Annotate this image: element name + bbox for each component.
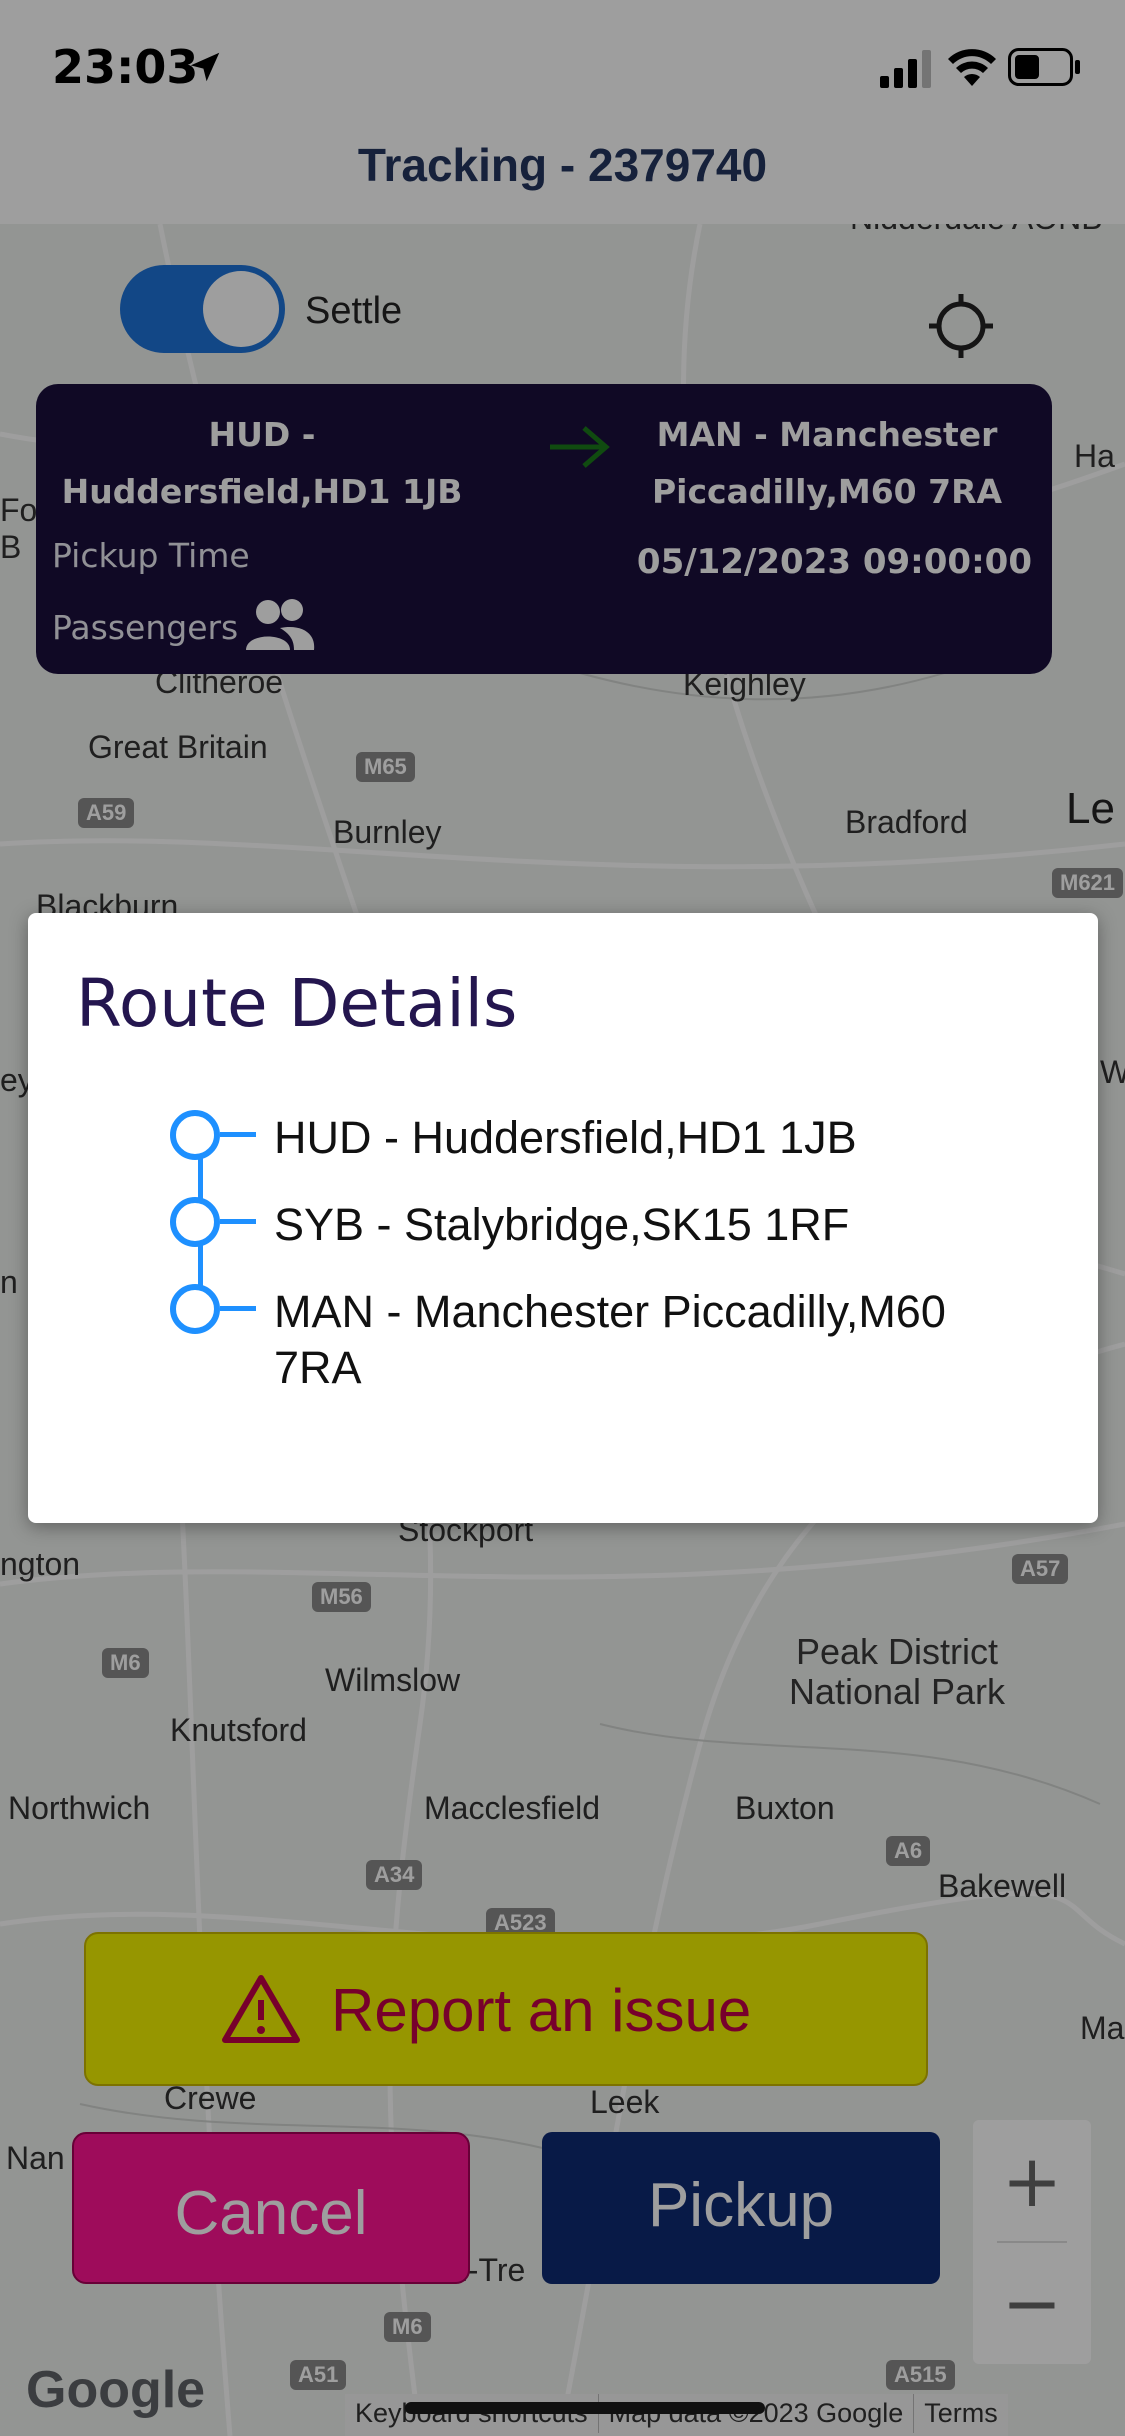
route-stop-marker (170, 1197, 220, 1247)
route-stop: SYB - Stalybridge,SK15 1RF (170, 1197, 1070, 1277)
route-stop-label: SYB - Stalybridge,SK15 1RF (274, 1199, 850, 1250)
route-stop-label: HUD - Huddersfield,HD1 1JB (274, 1112, 857, 1163)
modal-title: Route Details (76, 965, 518, 1042)
route-stop-marker (170, 1110, 220, 1160)
route-stop-marker (170, 1284, 220, 1334)
route-stop-tick (220, 1219, 256, 1224)
route-stop: MAN - Manchester Piccadilly,M60 7RA (170, 1284, 1070, 1393)
route-details-modal: Route Details HUD - Huddersfield,HD1 1JB… (28, 913, 1098, 1523)
route-stop-tick (220, 1306, 256, 1311)
route-stop-tick (220, 1132, 256, 1137)
route-stop: HUD - Huddersfield,HD1 1JB (170, 1110, 1070, 1190)
route-stop-label: MAN - Manchester Piccadilly,M60 7RA (274, 1286, 946, 1393)
home-indicator (405, 2402, 765, 2414)
